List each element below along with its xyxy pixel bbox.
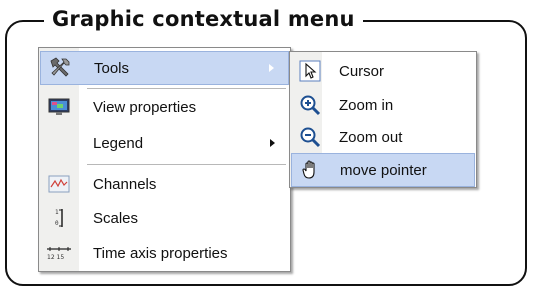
svg-text:1: 1 <box>55 209 59 216</box>
submenu-item-zoom-out[interactable]: Zoom out <box>291 120 475 154</box>
menu-item-tools[interactable]: Tools <box>40 51 289 85</box>
channels-icon <box>46 171 72 197</box>
menu-item-label: View properties <box>93 98 197 116</box>
menu-item-label: Legend <box>93 134 144 152</box>
submenu-item-label: Cursor <box>339 62 385 80</box>
svg-text:12 15: 12 15 <box>47 254 64 261</box>
tools-icon <box>47 55 73 81</box>
submenu-arrow-icon <box>270 139 275 147</box>
zoom-out-icon <box>297 124 323 150</box>
scales-icon: 1 0 <box>46 205 72 231</box>
svg-text:0: 0 <box>55 220 59 227</box>
submenu-item-move-pointer[interactable]: move pointer <box>291 153 475 187</box>
menu-item-label: Scales <box>93 209 139 227</box>
menu-item-channels[interactable]: Channels <box>40 167 289 201</box>
menu-item-label: Tools <box>94 59 130 77</box>
menu-item-label: Time axis properties <box>93 244 228 262</box>
menu-item-time-axis-properties[interactable]: 12 15 Time axis properties <box>40 236 289 270</box>
submenu-item-label: move pointer <box>340 161 427 179</box>
frame-title: Graphic contextual menu <box>44 4 363 34</box>
separator <box>87 164 286 165</box>
submenu-item-label: Zoom in <box>339 96 394 114</box>
hand-icon <box>298 157 324 183</box>
separator <box>87 88 286 89</box>
submenu-item-zoom-in[interactable]: Zoom in <box>291 88 475 122</box>
submenu-item-cursor[interactable]: Cursor <box>291 54 475 88</box>
menu-item-view-properties[interactable]: View properties <box>40 90 289 124</box>
submenu-arrow-icon <box>269 64 274 72</box>
zoom-in-icon <box>297 92 323 118</box>
context-menu: Tools View properties Legend Channels 1 … <box>38 47 291 272</box>
tools-submenu: Cursor Zoom in Zoom out move pointer <box>289 51 477 188</box>
menu-item-scales[interactable]: 1 0 Scales <box>40 201 289 235</box>
menu-item-label: Channels <box>93 175 157 193</box>
menu-item-legend[interactable]: Legend <box>40 126 289 160</box>
submenu-item-label: Zoom out <box>339 128 403 146</box>
cursor-icon <box>297 58 323 84</box>
monitor-icon <box>46 94 72 120</box>
time-axis-icon: 12 15 <box>46 240 72 266</box>
